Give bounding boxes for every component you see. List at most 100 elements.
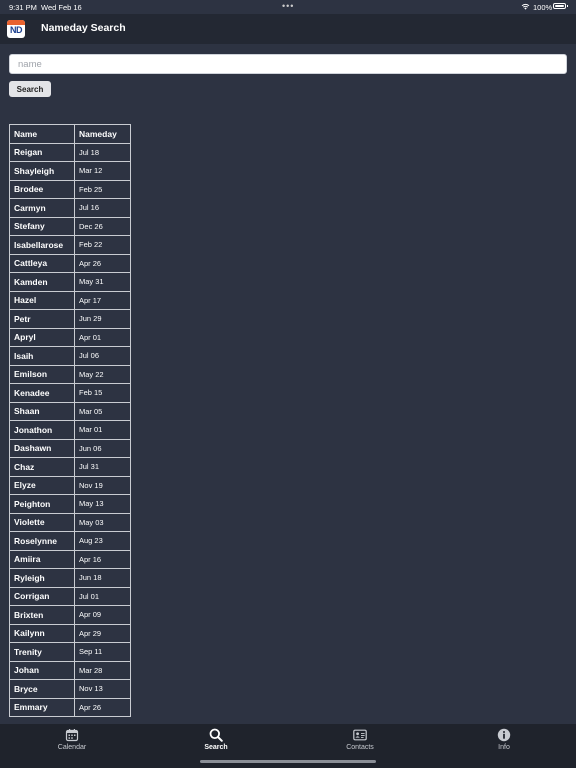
nameday-cell: Nov 13: [74, 679, 131, 699]
results-scroll-area[interactable]: Name Nameday Reigan Jul 18 Shayleigh Mar 12…: [0, 0, 576, 724]
name-cell: Shaan: [9, 401, 75, 421]
name-cell: Emilson: [9, 364, 75, 384]
name-cell: Jonathon: [9, 420, 75, 440]
name-cell: Violette: [9, 512, 75, 532]
nameday-cell: Sep 11: [74, 642, 131, 662]
calendar-icon: [65, 729, 79, 742]
nameday-cell: Apr 16: [74, 549, 131, 569]
table-row: Cattleya Apr 26: [9, 253, 131, 273]
table-row: Apryl Apr 01: [9, 327, 131, 347]
table-row: Petr Jun 29: [9, 309, 131, 329]
table-row: Johan Mar 28: [9, 660, 131, 680]
name-cell: Kenadee: [9, 383, 75, 403]
nameday-cell: Apr 09: [74, 605, 131, 625]
nameday-cell: Jun 06: [74, 438, 131, 458]
table-row: Elyze Nov 19: [9, 475, 131, 495]
nameday-cell: Dec 26: [74, 216, 131, 236]
info-icon: [497, 728, 511, 742]
nameday-cell: May 03: [74, 512, 131, 532]
table-row: Carmyn Jul 16: [9, 198, 131, 218]
name-cell: Petr: [9, 309, 75, 329]
contact-card-icon: [353, 729, 367, 741]
tab-info[interactable]: Info: [454, 728, 554, 758]
tab-contacts-label: Contacts: [346, 744, 374, 751]
nameday-cell: Feb 25: [74, 179, 131, 199]
table-row: Dashawn Jun 06: [9, 438, 131, 458]
name-cell: Johan: [9, 660, 75, 680]
table-row: Kailynn Apr 29: [9, 623, 131, 643]
tab-search[interactable]: Search: [166, 728, 266, 758]
nameday-cell: Mar 12: [74, 161, 131, 181]
table-row: Brodee Feb 25: [9, 179, 131, 199]
table-row: Trenity Sep 11: [9, 642, 131, 662]
column-header-nameday: Nameday: [74, 124, 131, 144]
tab-calendar[interactable]: Calendar: [22, 728, 122, 758]
nameday-cell: Nov 19: [74, 475, 131, 495]
name-cell: Reigan: [9, 142, 75, 162]
nameday-cell: May 13: [74, 494, 131, 514]
tab-search-label: Search: [204, 744, 228, 751]
name-cell: Bryce: [9, 679, 75, 699]
name-cell: Roselynne: [9, 531, 75, 551]
nameday-cell: Aug 23: [74, 531, 131, 551]
table-row: Shaan Mar 05: [9, 401, 131, 421]
table-row: Ryleigh Jun 18: [9, 568, 131, 588]
name-cell: Trenity: [9, 642, 75, 662]
table-row: Peighton May 13: [9, 494, 131, 514]
tab-contacts[interactable]: Contacts: [310, 728, 410, 758]
name-cell: Emmary: [9, 697, 75, 717]
name-cell: Cattleya: [9, 253, 75, 273]
table-row: Chaz Jul 31: [9, 457, 131, 477]
table-row: Roselynne Aug 23: [9, 531, 131, 551]
nameday-cell: Jun 29: [74, 309, 131, 329]
table-row: Corrigan Jul 01: [9, 586, 131, 606]
nameday-cell: May 22: [74, 364, 131, 384]
nameday-results-table: Name Nameday Reigan Jul 18 Shayleigh Mar 12…: [9, 124, 131, 717]
name-cell: Peighton: [9, 494, 75, 514]
name-cell: Isabellarose: [9, 235, 75, 255]
nameday-cell: Mar 05: [74, 401, 131, 421]
nameday-cell: Jun 18: [74, 568, 131, 588]
name-cell: Amiira: [9, 549, 75, 569]
table-row: Stefany Dec 26: [9, 216, 131, 236]
column-header-name: Name: [9, 124, 75, 144]
table-row: Shayleigh Mar 12: [9, 161, 131, 181]
table-row: Emmary Apr 26: [9, 697, 131, 717]
table-row: Amiira Apr 16: [9, 549, 131, 569]
nameday-cell: Jul 06: [74, 346, 131, 366]
name-cell: Stefany: [9, 216, 75, 236]
name-cell: Brodee: [9, 179, 75, 199]
nameday-cell: Apr 17: [74, 290, 131, 310]
nameday-cell: Apr 26: [74, 697, 131, 717]
name-cell: Chaz: [9, 457, 75, 477]
name-cell: Apryl: [9, 327, 75, 347]
home-indicator[interactable]: [200, 760, 376, 763]
name-cell: Dashawn: [9, 438, 75, 458]
table-row: Isaih Jul 06: [9, 346, 131, 366]
table-row: Kenadee Feb 15: [9, 383, 131, 403]
name-cell: Shayleigh: [9, 161, 75, 181]
nameday-cell: May 31: [74, 272, 131, 292]
table-body: Reigan Jul 18 Shayleigh Mar 12 Brodee Feb 25 C…: [9, 142, 131, 717]
nameday-cell: Apr 29: [74, 623, 131, 643]
table-row: Hazel Apr 17: [9, 290, 131, 310]
nameday-cell: Jul 16: [74, 198, 131, 218]
name-cell: Ryleigh: [9, 568, 75, 588]
table-row: Jonathon Mar 01: [9, 420, 131, 440]
table-row: Kamden May 31: [9, 272, 131, 292]
name-cell: Isaih: [9, 346, 75, 366]
nameday-cell: Mar 28: [74, 660, 131, 680]
table-row: Isabellarose Feb 22: [9, 235, 131, 255]
nameday-cell: Apr 01: [74, 327, 131, 347]
nameday-cell: Mar 01: [74, 420, 131, 440]
name-cell: Brixten: [9, 605, 75, 625]
table-row: Violette May 03: [9, 512, 131, 532]
search-icon: [209, 728, 223, 742]
tab-calendar-label: Calendar: [57, 744, 87, 751]
table-header-row: Name Nameday: [9, 124, 131, 144]
nameday-cell: Jul 18: [74, 142, 131, 162]
nameday-cell: Feb 15: [74, 383, 131, 403]
name-cell: Elyze: [9, 475, 75, 495]
nameday-cell: Apr 26: [74, 253, 131, 273]
name-cell: Hazel: [9, 290, 75, 310]
